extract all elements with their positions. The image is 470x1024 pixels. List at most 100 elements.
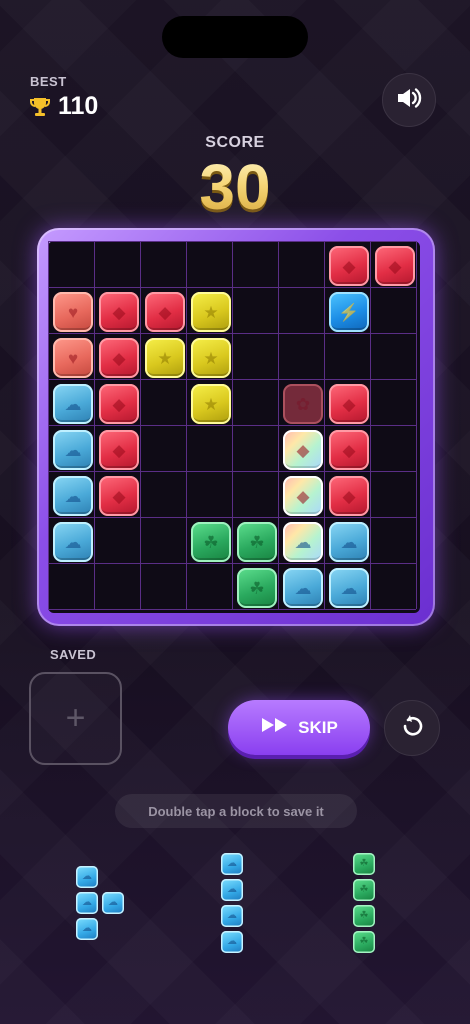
- cloud-icon: ☁: [82, 871, 92, 882]
- board-block-blue[interactable]: ⚡: [329, 292, 369, 332]
- diamond-icon: ◆: [296, 486, 310, 506]
- hint-text: Double tap a block to save it: [115, 794, 357, 828]
- board-block-yellow[interactable]: ★: [191, 338, 231, 378]
- board-block-cyan[interactable]: ☁: [53, 384, 93, 424]
- leaf-icon: ☘: [359, 884, 369, 895]
- flower-icon: ✿: [295, 394, 311, 414]
- cloud-icon: ☁: [340, 532, 358, 552]
- board-block-yellow[interactable]: ★: [191, 384, 231, 424]
- board-block-green[interactable]: ☘: [237, 568, 277, 608]
- board-block-cyan[interactable]: ☁: [53, 522, 93, 562]
- cloud-icon: ☁: [227, 936, 237, 947]
- board-block-red[interactable]: ◆: [99, 384, 139, 424]
- heart-icon: ♥: [67, 302, 79, 322]
- best-label: BEST: [30, 74, 67, 89]
- fast-forward-icon: [260, 716, 290, 739]
- tray-block-cyan: ☁: [221, 931, 243, 953]
- board-block-cyan[interactable]: ☁: [53, 476, 93, 516]
- tray-block-cyan: ☁: [76, 866, 98, 888]
- board-block-red[interactable]: ◆: [329, 430, 369, 470]
- grid-line: [48, 609, 416, 610]
- grid-line: [324, 241, 325, 609]
- diamond-icon: ◆: [342, 440, 356, 460]
- undo-icon: [400, 714, 424, 743]
- diamond-icon: ◆: [112, 394, 126, 414]
- diamond-icon: ◆: [388, 256, 402, 276]
- tray-block-cyan: ☁: [221, 905, 243, 927]
- cloud-icon: ☁: [227, 884, 237, 895]
- lightning-icon: ⚡: [338, 302, 360, 322]
- board-block-cyan[interactable]: ☁: [53, 430, 93, 470]
- board-block-cyan[interactable]: ☁: [329, 522, 369, 562]
- trophy-icon: [30, 96, 50, 118]
- best-score: 110: [30, 92, 98, 121]
- leaf-icon: ☘: [249, 578, 265, 598]
- heart-icon: ♥: [67, 348, 79, 368]
- cloud-icon: ☁: [82, 923, 92, 934]
- star-icon: ★: [203, 302, 219, 322]
- board-block-green[interactable]: ☘: [237, 522, 277, 562]
- board-block-salmon[interactable]: ♥: [53, 338, 93, 378]
- leaf-icon: ☘: [203, 532, 219, 552]
- grid-line: [416, 241, 417, 609]
- board-block-yellow[interactable]: ★: [191, 292, 231, 332]
- diamond-icon: ◆: [112, 348, 126, 368]
- grid-line: [48, 471, 416, 472]
- cloud-icon: ☁: [82, 897, 92, 908]
- cloud-icon: ☁: [64, 394, 82, 414]
- cloud-icon: ☁: [294, 532, 312, 552]
- board-block-rainbow[interactable]: ◆: [283, 430, 323, 470]
- board-block-rainbow[interactable]: ◆: [283, 476, 323, 516]
- cloud-icon: ☁: [64, 440, 82, 460]
- saved-slot[interactable]: +: [29, 672, 122, 765]
- undo-button[interactable]: [384, 700, 440, 756]
- diamond-icon: ◆: [342, 394, 356, 414]
- score-value: 30: [0, 150, 470, 224]
- skip-label: SKIP: [298, 717, 338, 737]
- grid-line: [370, 241, 371, 609]
- board-block-red[interactable]: ◆: [329, 246, 369, 286]
- leaf-icon: ☘: [249, 532, 265, 552]
- diamond-icon: ◆: [112, 440, 126, 460]
- game-board[interactable]: ◆ ◆ ♥ ◆ ◆ ★ ⚡ ♥ ◆ ★ ★ ☁ ◆ ★ ✿ ◆ ☁ ◆ ◆ ◆ ☁ ◆ ◆ ◆ ☁ ☘ ☘ ☁ ☁ ☘ ☁ ☁: [48, 241, 420, 613]
- board-block-red[interactable]: ◆: [375, 246, 415, 286]
- diamond-icon: ◆: [296, 440, 310, 460]
- tray-block-cyan: ☁: [221, 879, 243, 901]
- board-block-red[interactable]: ◆: [329, 476, 369, 516]
- board-block-red[interactable]: ◆: [99, 476, 139, 516]
- tray-block-cyan: ☁: [102, 892, 124, 914]
- board-block-rainbow[interactable]: ☁: [283, 522, 323, 562]
- device-notch: [162, 16, 308, 58]
- grid-line: [48, 517, 416, 518]
- tray-block-green: ☘: [353, 853, 375, 875]
- sound-toggle-button[interactable]: [382, 73, 436, 127]
- grid-line: [48, 563, 416, 564]
- board-block-cyan[interactable]: ☁: [283, 568, 323, 608]
- skip-button[interactable]: SKIP: [228, 700, 370, 755]
- board-block-red[interactable]: ◆: [99, 338, 139, 378]
- board-block-red[interactable]: ◆: [99, 292, 139, 332]
- tray-block-green: ☘: [353, 879, 375, 901]
- leaf-icon: ☘: [359, 936, 369, 947]
- tray-block-green: ☘: [353, 905, 375, 927]
- diamond-icon: ◆: [342, 256, 356, 276]
- star-icon: ★: [157, 348, 173, 368]
- plus-icon: +: [65, 699, 86, 737]
- leaf-icon: ☘: [359, 910, 369, 921]
- cloud-icon: ☁: [64, 532, 82, 552]
- diamond-icon: ◆: [158, 302, 172, 322]
- board-block-red[interactable]: ◆: [99, 430, 139, 470]
- saved-label: SAVED: [50, 647, 97, 662]
- board-block-ghost[interactable]: ✿: [283, 384, 323, 424]
- board-block-red[interactable]: ◆: [145, 292, 185, 332]
- board-block-yellow[interactable]: ★: [145, 338, 185, 378]
- tray-block-cyan: ☁: [76, 918, 98, 940]
- board-block-green[interactable]: ☘: [191, 522, 231, 562]
- star-icon: ★: [203, 348, 219, 368]
- board-block-red[interactable]: ◆: [329, 384, 369, 424]
- board-block-cyan[interactable]: ☁: [329, 568, 369, 608]
- grid-line: [278, 241, 279, 609]
- board-block-salmon[interactable]: ♥: [53, 292, 93, 332]
- cloud-icon: ☁: [340, 578, 358, 598]
- diamond-icon: ◆: [342, 486, 356, 506]
